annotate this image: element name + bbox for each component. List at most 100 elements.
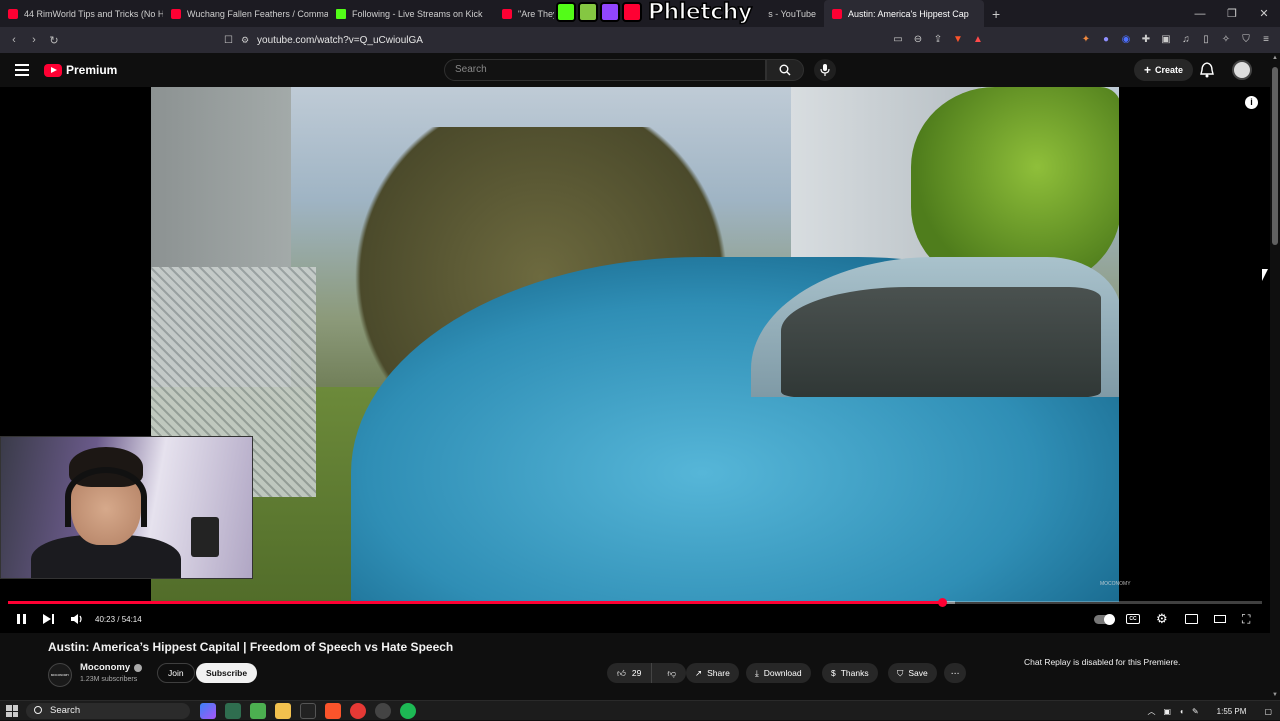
pen-icon[interactable]: ✎ — [1192, 707, 1199, 716]
info-icon[interactable]: i — [1245, 96, 1258, 109]
address-bar[interactable]: ☐ ⚙ youtube.com/watch?v=Q_uCwioulGA — [224, 30, 964, 50]
scroll-down-icon[interactable]: ▼ — [1272, 692, 1278, 698]
scrollbar-thumb[interactable] — [1272, 67, 1278, 245]
search-button[interactable] — [766, 59, 804, 81]
page-scrollbar[interactable]: ▲ ▼ — [1270, 53, 1280, 700]
new-tab-icon[interactable]: + — [984, 6, 1008, 22]
miniplayer-button[interactable] — [1185, 614, 1198, 624]
next-button[interactable] — [42, 611, 56, 627]
progress-bar[interactable] — [8, 598, 1262, 607]
browser-nav-bar: ‹ › ↻ ☐ ⚙ youtube.com/watch?v=Q_uCwioulG… — [0, 27, 1280, 53]
puzzle-icon[interactable]: ✚ — [1140, 34, 1152, 46]
progress-played — [8, 601, 943, 604]
create-label: Create — [1155, 65, 1184, 75]
fullscreen-button[interactable]: ⛶ — [1242, 611, 1250, 627]
file-explorer-icon[interactable] — [275, 703, 291, 719]
extension-icon[interactable]: ● — [1100, 34, 1112, 46]
network-icon[interactable]: ▣ — [1164, 707, 1172, 716]
media-icon[interactable]: ♫ — [1180, 34, 1192, 46]
youtube-premium-logo[interactable]: Premium — [44, 63, 117, 77]
terminal-icon[interactable] — [300, 703, 316, 719]
gear-icon: ⚙ — [1156, 611, 1168, 626]
windows-start-icon[interactable] — [6, 705, 18, 717]
channel-name[interactable]: Moconomy — [80, 662, 143, 673]
stream-logo-text: Phletchy — [647, 0, 753, 25]
dislike-button[interactable]: 👎︎ — [657, 663, 686, 683]
extension-icon[interactable]: ▣ — [1160, 34, 1172, 46]
download-button[interactable]: ⤓ Download — [746, 663, 811, 683]
rumble-logo-icon — [578, 2, 598, 22]
wallet-icon[interactable]: ⛉ — [1240, 34, 1252, 46]
extension-icon[interactable]: ✦ — [1080, 34, 1092, 46]
browser-tab-austin[interactable]: Austin: America's Hippest Cap ✕ — [824, 0, 984, 27]
brave-rewards-icon[interactable]: ▲ — [972, 34, 984, 46]
notifications-icon[interactable]: ▢ — [1264, 707, 1272, 716]
chat-replay-notice: Chat Replay is disabled for this Premier… — [1024, 657, 1181, 667]
reload-icon[interactable]: ↻ — [44, 34, 64, 47]
theater-mode-button[interactable] — [1214, 615, 1226, 623]
leo-ai-icon[interactable]: ✧ — [1220, 34, 1232, 46]
cast-icon[interactable]: ▭ — [892, 34, 904, 46]
app-icon[interactable] — [350, 703, 366, 719]
system-tray: ︿ ▣ ◖ ✎ 1:55 PM ▢ — [1148, 701, 1272, 721]
channel-watermark[interactable]: MOCONOMY — [1100, 581, 1131, 587]
subtitles-button[interactable]: CC — [1126, 614, 1140, 624]
thumbs-down-icon: 👎︎ — [667, 667, 676, 678]
app-icon[interactable] — [225, 703, 241, 719]
video-frame[interactable] — [151, 87, 1119, 602]
minimize-icon[interactable]: — — [1184, 8, 1216, 20]
taskbar-search[interactable]: Search — [26, 703, 190, 719]
youtube-favicon-icon — [171, 8, 181, 19]
more-actions-button[interactable]: ⋯ — [944, 663, 966, 683]
restore-icon[interactable]: ❐ — [1216, 7, 1248, 20]
browser-tab-wuchang[interactable]: Wuchang Fallen Feathers / Comman — [163, 0, 328, 27]
volume-icon[interactable]: ◖ — [1179, 707, 1184, 716]
zoom-icon[interactable]: ⊖ — [912, 34, 924, 46]
youtube-brand-label: Premium — [66, 63, 118, 77]
extension-icon[interactable]: ◉ — [1120, 34, 1132, 46]
app-icon[interactable] — [375, 703, 391, 719]
settings-button[interactable]: ⚙ — [1156, 611, 1168, 627]
calendar-icon[interactable] — [250, 703, 266, 719]
copilot-icon[interactable] — [200, 703, 216, 719]
save-button[interactable]: ⛉ Save — [888, 663, 937, 683]
sidebar-icon[interactable]: ▯ — [1200, 34, 1212, 46]
pause-button[interactable] — [14, 611, 28, 627]
subscribe-button[interactable]: Subscribe — [196, 663, 258, 683]
notifications-button[interactable] — [1200, 62, 1214, 83]
scroll-up-icon[interactable]: ▲ — [1272, 55, 1278, 61]
browser-tab-are-they[interactable]: "Are They — [494, 0, 554, 27]
brave-browser-icon[interactable] — [325, 703, 341, 719]
account-avatar[interactable] — [1232, 60, 1252, 80]
thanks-button[interactable]: $ Thanks — [822, 663, 878, 683]
video-player[interactable]: MOCONOMY i 40:23 / 54:14 CC ⚙ ⛶ — [0, 87, 1270, 633]
share-button[interactable]: ↗ Share — [686, 663, 739, 683]
voice-search-button[interactable] — [814, 59, 836, 81]
join-button[interactable]: Join — [157, 663, 195, 683]
channel-avatar[interactable]: MOCONOMY — [48, 663, 72, 687]
autoplay-toggle[interactable] — [1094, 614, 1115, 625]
share-icon: ↗ — [695, 667, 703, 678]
brave-shield-icon[interactable]: ▼ — [952, 34, 964, 46]
browser-tab-kick[interactable]: Following - Live Streams on Kick — [328, 0, 494, 27]
site-info-icon[interactable]: ⚙ — [241, 35, 249, 46]
like-button[interactable]: 👍︎ 29 — [607, 663, 653, 683]
share-page-icon[interactable]: ⇪ — [932, 34, 944, 46]
clock[interactable]: 1:55 PM — [1217, 707, 1247, 716]
kick-favicon-icon — [336, 8, 346, 19]
menu-icon[interactable]: ≡ — [1260, 34, 1272, 46]
create-button[interactable]: + Create — [1134, 59, 1194, 81]
browser-tab-rimworld[interactable]: 44 RimWorld Tips and Tricks (No Ha — [0, 0, 163, 27]
mute-button[interactable] — [70, 611, 84, 627]
headset-icon — [65, 467, 147, 527]
close-window-icon[interactable]: ✕ — [1248, 7, 1280, 20]
fullscreen-icon: ⛶ — [1242, 611, 1251, 626]
spotify-icon[interactable] — [400, 703, 416, 719]
chevron-up-icon[interactable]: ︿ — [1148, 706, 1156, 717]
bookmark-icon[interactable]: ☐ — [224, 35, 233, 46]
search-input[interactable]: Search — [444, 59, 766, 81]
tab-label: "Are They — [518, 8, 554, 19]
forward-icon[interactable]: › — [24, 34, 44, 46]
back-icon[interactable]: ‹ — [4, 34, 24, 46]
hamburger-menu-icon[interactable] — [15, 64, 29, 76]
